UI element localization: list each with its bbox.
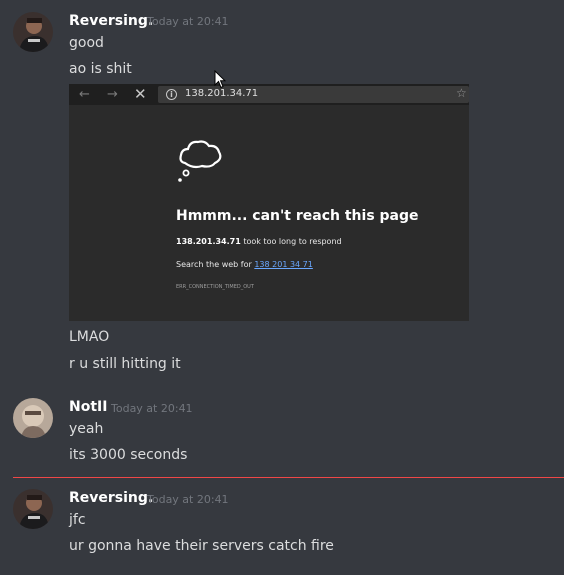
message-text: ao is shit [69,61,132,77]
message-text: LMAO [69,329,110,345]
new-messages-divider [13,477,564,478]
address-bar: i 138.201.34.71 ☆ [158,86,469,103]
search-link: 138 201 34 71 [254,260,313,269]
thought-cloud-icon [178,140,222,182]
message-text: r u still hitting it [69,356,181,372]
error-code: ERR_CONNECTION_TIMED_OUT [176,284,254,290]
avatar[interactable] [13,489,53,529]
back-icon: ← [79,87,90,102]
star-icon: ☆ [456,86,467,100]
search-prefix: Search the web for [176,260,255,269]
username[interactable]: NotII [69,399,107,415]
message-text: its 3000 seconds [69,447,188,463]
message-text: good [69,35,104,51]
timestamp: Today at 20:41 [147,493,229,506]
address-url: 138.201.34.71 [185,88,259,99]
mouse-cursor-icon [214,70,226,89]
error-host: 138.201.34.71 [176,237,241,246]
info-icon: i [166,89,177,100]
avatar[interactable] [13,398,53,438]
search-suggestion: Search the web for 138 201 34 71 [176,260,313,269]
error-message: 138.201.34.71 took too long to respond [176,237,342,246]
username[interactable]: Reversing. [69,490,153,506]
timestamp: Today at 20:41 [147,15,229,28]
browser-toolbar: ← → ✕ i 138.201.34.71 ☆ [69,84,469,105]
message-text: yeah [69,421,104,437]
close-icon: ✕ [134,85,147,103]
forward-icon: → [107,87,118,102]
error-detail: took too long to respond [240,237,342,246]
timestamp: Today at 20:41 [111,402,193,415]
username[interactable]: Reversing. [69,13,153,29]
error-title: Hmmm... can't reach this page [176,208,419,224]
image-attachment[interactable]: ← → ✕ i 138.201.34.71 ☆ Hmmm... can't re… [69,84,469,321]
avatar[interactable] [13,12,53,52]
message-text: ur gonna have their servers catch fire [69,538,334,554]
message-text: jfc [69,512,86,528]
